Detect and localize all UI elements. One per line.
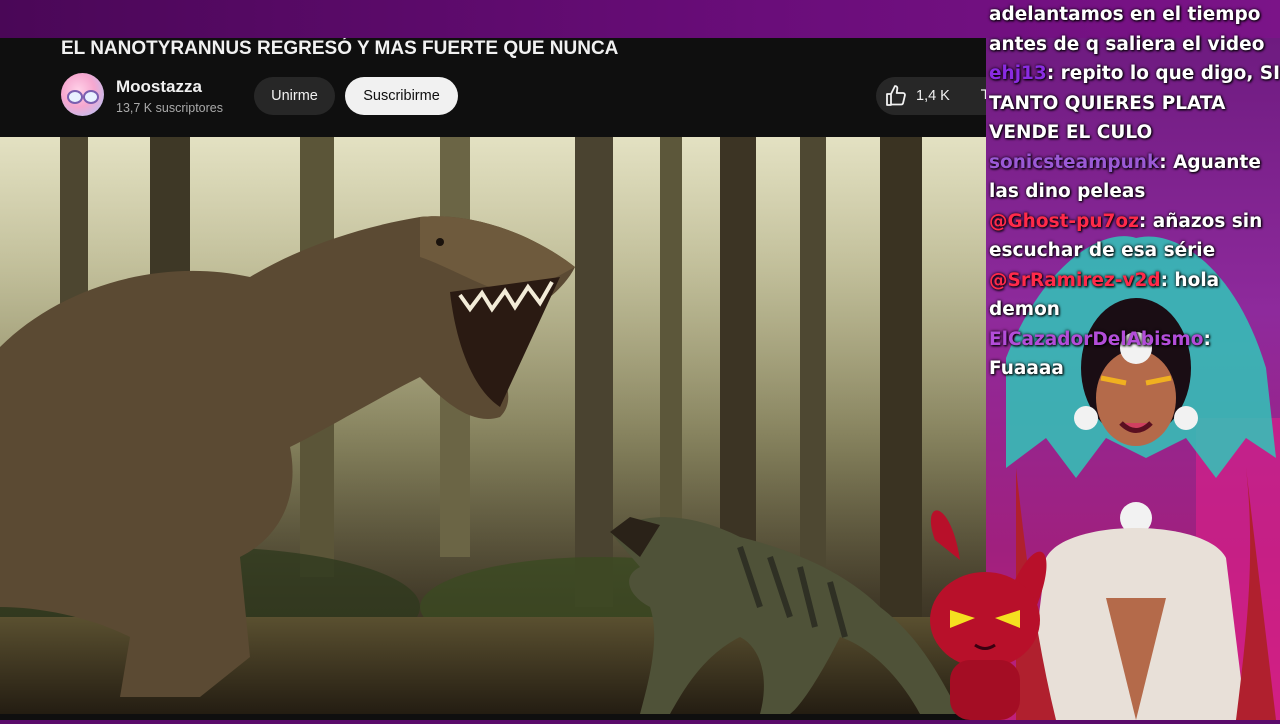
video-player[interactable] xyxy=(0,137,986,714)
chat-message: ehj13: repito lo que digo, SI TANTO QUIE… xyxy=(989,59,1280,148)
chat-message: ElCazadorDelAbismo: xyxy=(989,325,1280,355)
chat-message: sonicsteampunk: Aguante las dino peleas xyxy=(989,148,1280,207)
avatar-glasses-icon xyxy=(67,90,83,104)
channel-avatar[interactable] xyxy=(61,73,104,116)
avatar-glasses-icon xyxy=(83,90,99,104)
chat-message: @SrRamirez-v2d: hola demon xyxy=(989,266,1280,325)
thumbs-up-icon xyxy=(884,84,908,108)
chat-username[interactable]: @SrRamirez-v2d xyxy=(989,270,1161,291)
video-title: EL NANOTYRANNUS REGRESÓ Y MAS FUERTE QUE… xyxy=(61,38,619,59)
chat-username[interactable]: ehj13 xyxy=(989,63,1047,84)
channel-row: Moostazza 13,7 K suscriptores Unirme Sus… xyxy=(61,72,986,118)
youtube-video-page: EL NANOTYRANNUS REGRESÓ Y MAS FUERTE QUE… xyxy=(0,38,986,720)
chat-text: : xyxy=(1203,328,1211,350)
chat-message: @Ghost-pu7oz: añazos sin escuchar de esa… xyxy=(989,207,1280,266)
chat-username[interactable]: @Ghost-pu7oz xyxy=(989,211,1139,232)
chat-text: Fuaaaa xyxy=(989,358,1064,379)
chat-message: Fuaaaa xyxy=(989,354,1280,384)
join-button[interactable]: Unirme xyxy=(254,77,335,115)
like-count: 1,4 K xyxy=(916,88,950,104)
red-bunny-mascot xyxy=(920,500,1050,720)
chat-username[interactable]: sonicsteampunk xyxy=(989,152,1159,173)
video-frame-dinosaurs xyxy=(0,137,986,714)
like-button[interactable]: 1,4 K xyxy=(876,77,986,115)
channel-name[interactable]: Moostazza xyxy=(116,77,202,97)
subscriber-count: 13,7 K suscriptores xyxy=(116,101,223,115)
chat-text: adelantamos en el tiempo antes de q sali… xyxy=(989,4,1265,55)
dislike-icon[interactable] xyxy=(977,77,986,115)
chat-message: adelantamos en el tiempo antes de q sali… xyxy=(989,0,1280,59)
subscribe-button[interactable]: Suscribirme xyxy=(345,77,458,115)
chat-username[interactable]: ElCazadorDelAbismo xyxy=(989,329,1204,350)
stream-chat: adelantamos en el tiempo antes de q sali… xyxy=(989,0,1280,384)
